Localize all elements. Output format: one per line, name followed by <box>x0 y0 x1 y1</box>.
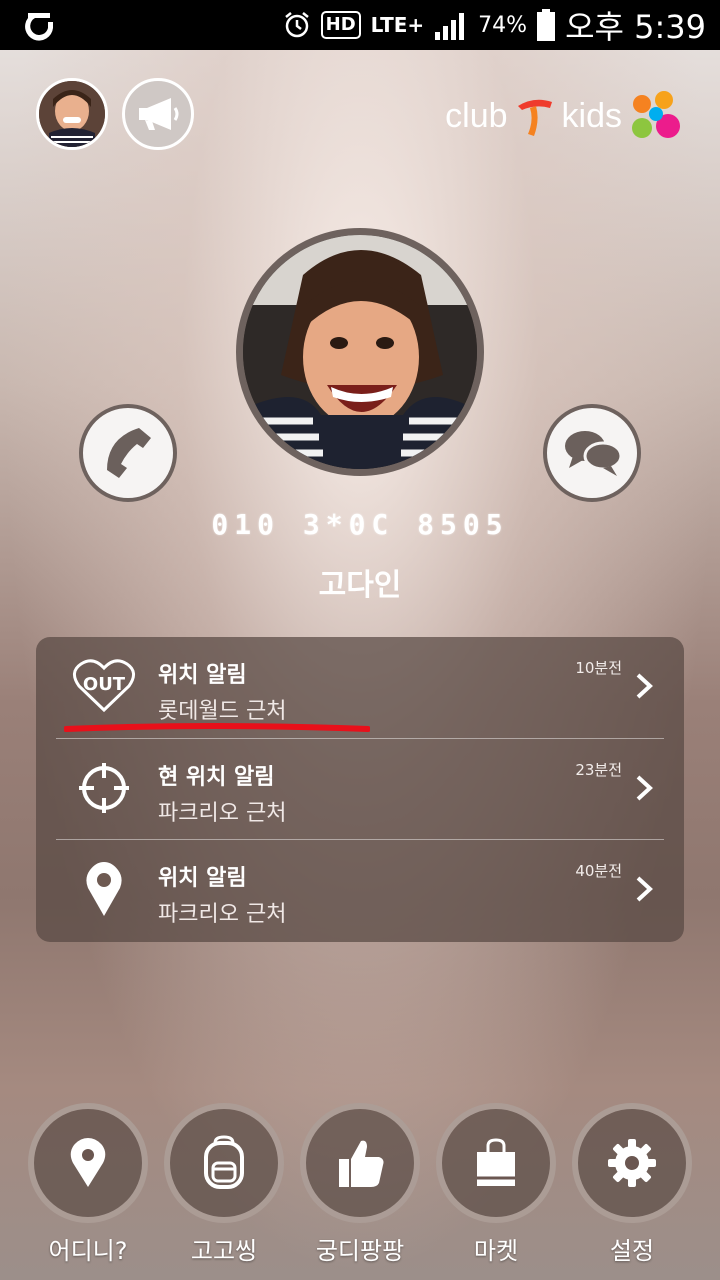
megaphone-icon <box>139 98 179 130</box>
nav-circle <box>28 1103 148 1223</box>
nav-circle <box>300 1103 420 1223</box>
announcement-button[interactable] <box>122 78 194 150</box>
alert-row-3[interactable]: 위치 알림 파크리오 근처 40분전 <box>36 840 684 941</box>
network-type: LTE+ <box>370 13 425 37</box>
carrier-logo-icon <box>25 13 53 41</box>
avatar-photo <box>39 81 105 147</box>
alert-location: 롯데월드 근처 <box>158 699 287 724</box>
kids-characters-icon <box>632 91 680 138</box>
nav-where-button[interactable]: 어디니? <box>28 1103 148 1265</box>
nav-settings-button[interactable]: 설정 <box>572 1103 692 1265</box>
thumbs-up-icon <box>339 1140 384 1187</box>
alarm-icon <box>284 12 309 38</box>
status-bar: HD LTE+ 74% 오후 5:39 <box>0 0 720 50</box>
battery-percent: 74% <box>478 12 528 38</box>
alert-row-1[interactable]: OUT 위치 알림 롯데월드 근처 10분전 <box>36 637 684 738</box>
child-phone-number: 010 3*0C 8505 <box>211 508 509 541</box>
backpack-icon <box>204 1135 244 1189</box>
chevron-right-icon <box>636 876 653 902</box>
nav-circle <box>572 1103 692 1223</box>
red-underline-annotation <box>64 723 370 732</box>
hd-voice-indicator: HD <box>320 11 361 39</box>
call-button[interactable] <box>79 404 177 502</box>
t-logo-icon <box>517 99 552 136</box>
nav-market-button[interactable]: 마켓 <box>436 1103 556 1265</box>
battery-icon <box>537 9 556 41</box>
nav-label: 설정 <box>609 1237 655 1265</box>
location-alerts-panel: OUT 위치 알림 롯데월드 근처 10분전 현 위치 알림 파크리오 근처 2… <box>36 637 684 942</box>
phone-handset-icon <box>107 428 151 478</box>
out-heart-icon: OUT <box>68 655 140 717</box>
alert-time: 10분전 <box>575 659 622 677</box>
alert-title: 현 위치 알림 <box>158 765 275 790</box>
alert-location: 파크리오 근처 <box>158 902 287 927</box>
crosshair-icon <box>68 757 140 819</box>
nav-praise-button[interactable]: 궁디팡팡 <box>300 1103 420 1265</box>
alert-location: 파크리오 근처 <box>158 801 287 826</box>
alert-title: 위치 알림 <box>158 866 247 891</box>
logo-text-kids: kids <box>561 96 622 135</box>
signal-icon <box>435 13 465 40</box>
alert-title: 위치 알림 <box>158 663 247 688</box>
map-pin-icon <box>68 858 140 920</box>
alert-time: 40분전 <box>575 862 622 880</box>
nav-circle <box>164 1103 284 1223</box>
bottom-navigation: 어디니? 고고씽 궁디팡팡 마켓 설정 <box>28 1103 692 1265</box>
svg-text:OUT: OUT <box>83 674 126 695</box>
alert-row-2[interactable]: 현 위치 알림 파크리오 근처 23분전 <box>36 739 684 840</box>
club-t-kids-logo: club kids <box>445 86 684 146</box>
location-pin-icon <box>70 1138 106 1187</box>
logo-text-club: club <box>445 96 508 135</box>
clock: 오후 5:39 <box>565 8 706 46</box>
child-photo <box>243 235 477 469</box>
message-button[interactable] <box>543 404 641 502</box>
alert-time: 23분전 <box>575 761 622 779</box>
nav-gogo-button[interactable]: 고고씽 <box>164 1103 284 1265</box>
gear-icon <box>608 1139 656 1187</box>
chat-bubbles-icon <box>565 431 623 476</box>
nav-circle <box>436 1103 556 1223</box>
child-avatar-button[interactable] <box>36 78 108 150</box>
chevron-right-icon <box>636 673 653 699</box>
chevron-right-icon <box>636 775 653 801</box>
child-profile-photo[interactable] <box>236 228 484 476</box>
top-bar: club kids <box>36 78 684 152</box>
shopping-bag-icon <box>477 1138 515 1186</box>
child-name: 고다인 <box>318 568 402 603</box>
